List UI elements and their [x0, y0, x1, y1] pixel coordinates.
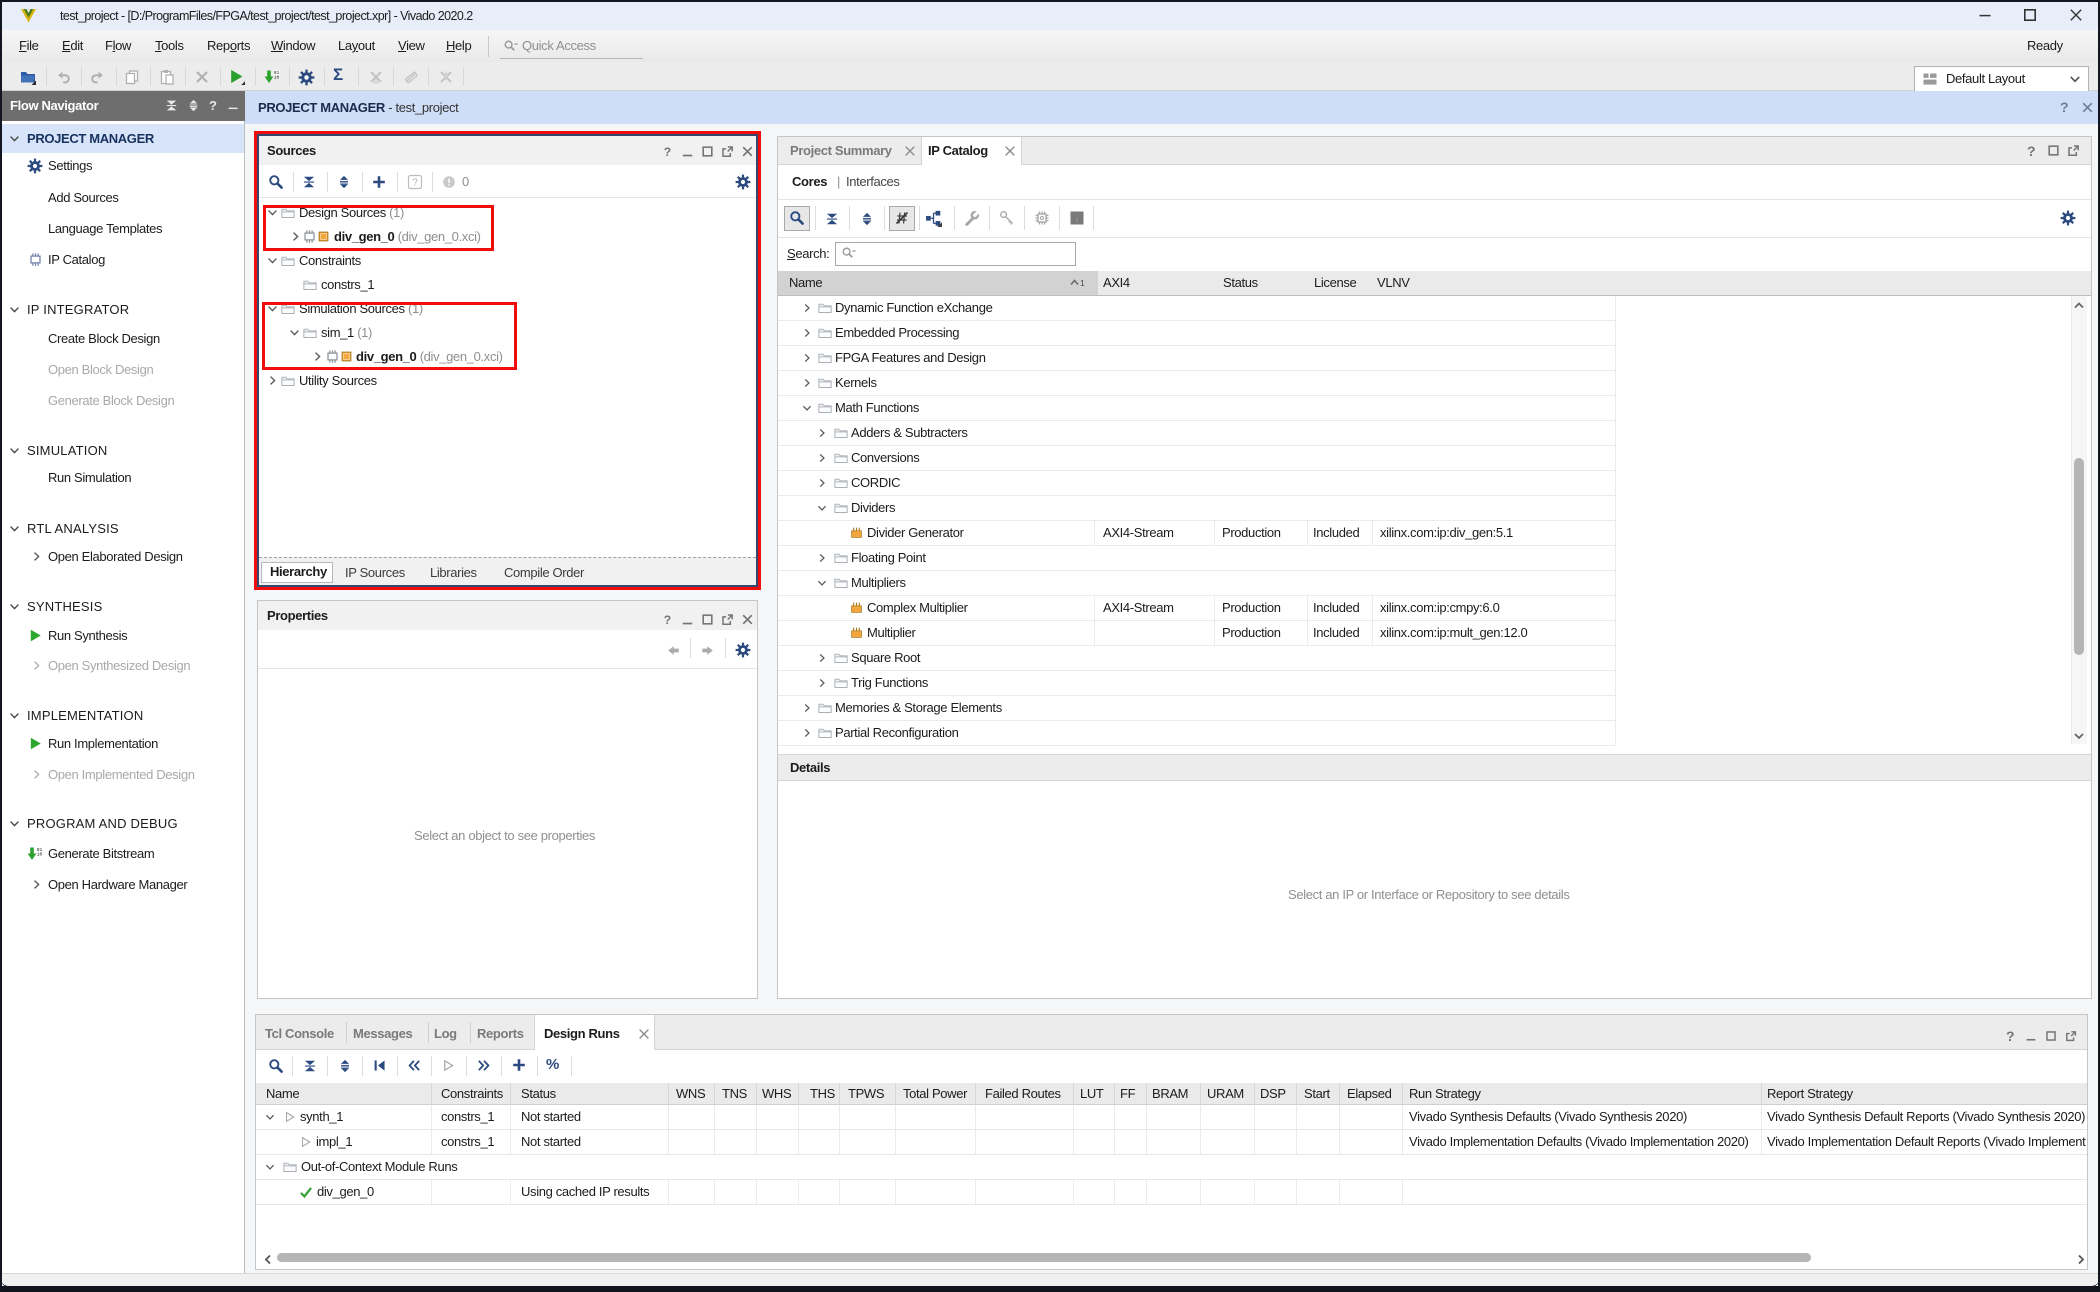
svg-text:1: 1 — [1080, 278, 1085, 288]
svg-text:?: ? — [664, 613, 671, 627]
svg-text:i: i — [1076, 214, 1079, 225]
svg-text:10: 10 — [37, 852, 43, 858]
svg-text:10: 10 — [274, 75, 280, 81]
